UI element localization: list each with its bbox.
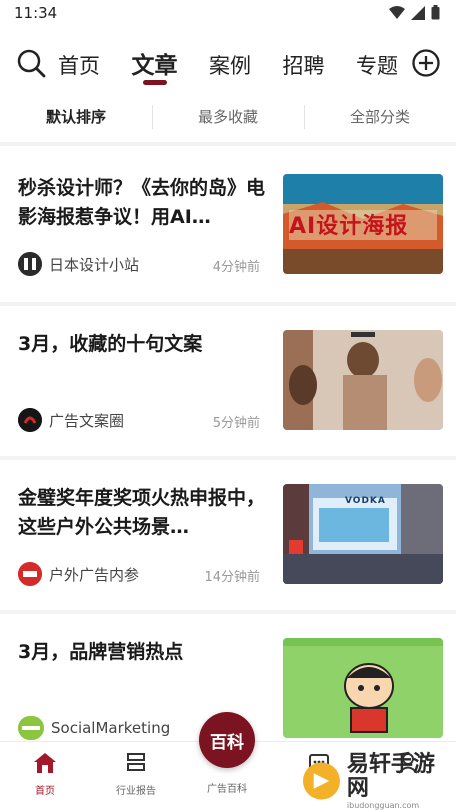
- report-icon: [127, 753, 145, 771]
- tab-home[interactable]: 首页: [58, 38, 100, 94]
- article-time: 5分钟前: [212, 416, 260, 431]
- source-avatar: [18, 252, 42, 276]
- article-time: 4分钟前: [212, 260, 260, 275]
- article-item[interactable]: 3月，收藏的十句文案 广告文案圈 5分钟前: [0, 304, 456, 454]
- article-source: 日本设计小站: [18, 252, 139, 276]
- search-icon[interactable]: [16, 48, 46, 78]
- article-title: 3月，品牌营销热点: [18, 641, 184, 663]
- tab-jobs[interactable]: 招聘: [283, 38, 325, 94]
- status-icons: [389, 5, 440, 20]
- article-thumbnail: [283, 330, 443, 430]
- bottom-tab-home[interactable]: 首页: [15, 752, 75, 797]
- thumbnail-caption: VODKA: [345, 496, 386, 506]
- article-thumbnail: [283, 638, 443, 738]
- sort-most-favorited[interactable]: 最多收藏: [152, 96, 304, 138]
- article-source: SocialMarketing: [18, 716, 170, 740]
- tab-articles[interactable]: 文章: [132, 38, 178, 94]
- article-title: 金璧奖年度奖项火热申报中，这些户外公共场景…: [18, 487, 266, 538]
- article-time: 14分钟前: [204, 570, 260, 585]
- source-avatar: [18, 408, 42, 432]
- watermark: 易轩手游网 ibudongguan.com: [302, 752, 454, 810]
- thumbnail-caption: AI设计海报: [289, 214, 409, 239]
- wifi-icon: [389, 5, 405, 19]
- battery-icon: [431, 5, 440, 20]
- article-item[interactable]: 金璧奖年度奖项火热申报中，这些户外公共场景… 户外广告内参 14分钟前 VODK…: [0, 458, 456, 608]
- source-name: 户外广告内参: [49, 565, 140, 584]
- article-title: 秒杀设计师？《去你的岛》电影海报惹争议！用AI…: [18, 177, 266, 228]
- source-name: 广告文案圈: [49, 411, 125, 430]
- article-thumbnail: VODKA: [283, 484, 443, 584]
- article-title: 3月，收藏的十句文案: [18, 333, 203, 355]
- add-icon[interactable]: [411, 48, 441, 78]
- divider: [0, 142, 456, 146]
- sort-all-categories[interactable]: 全部分类: [304, 96, 456, 138]
- sort-bar: 默认排序 最多收藏 全部分类: [0, 96, 456, 138]
- signal-icon: [411, 5, 425, 20]
- bottom-tab-reports[interactable]: 行业报告: [106, 752, 166, 797]
- watermark-sub: ibudongguan.com: [346, 800, 420, 810]
- category-tabs: 首页 文章 案例 招聘 专题: [58, 38, 398, 94]
- tab-cases[interactable]: 案例: [209, 38, 251, 94]
- source-avatar: [18, 716, 44, 740]
- article-source: 户外广告内参: [18, 562, 139, 586]
- center-button-label: 广告百科: [207, 784, 247, 795]
- watermark-logo-icon: [302, 762, 340, 800]
- home-icon: [34, 753, 56, 773]
- article-item[interactable]: 秒杀设计师？《去你的岛》电影海报惹争议！用AI… 日本设计小站 4分钟前 AI设…: [0, 148, 456, 298]
- status-bar: 11:34: [0, 0, 456, 28]
- watermark-text: 易轩手游网: [346, 751, 435, 801]
- top-nav: 首页 文章 案例 招聘 专题: [0, 38, 456, 94]
- bottom-tab-label: 行业报告: [116, 786, 156, 797]
- article-source: 广告文案圈: [18, 408, 124, 432]
- status-time: 11:34: [14, 4, 58, 22]
- article-thumbnail: AI设计海报: [283, 174, 443, 274]
- source-name: SocialMarketing: [51, 719, 171, 737]
- source-avatar: [18, 562, 42, 586]
- sort-default[interactable]: 默认排序: [0, 96, 152, 138]
- encyclopedia-center-button[interactable]: 百科: [199, 712, 255, 768]
- bottom-tab-label: 首页: [35, 786, 55, 797]
- tab-topics[interactable]: 专题: [356, 38, 398, 94]
- source-name: 日本设计小站: [49, 255, 140, 274]
